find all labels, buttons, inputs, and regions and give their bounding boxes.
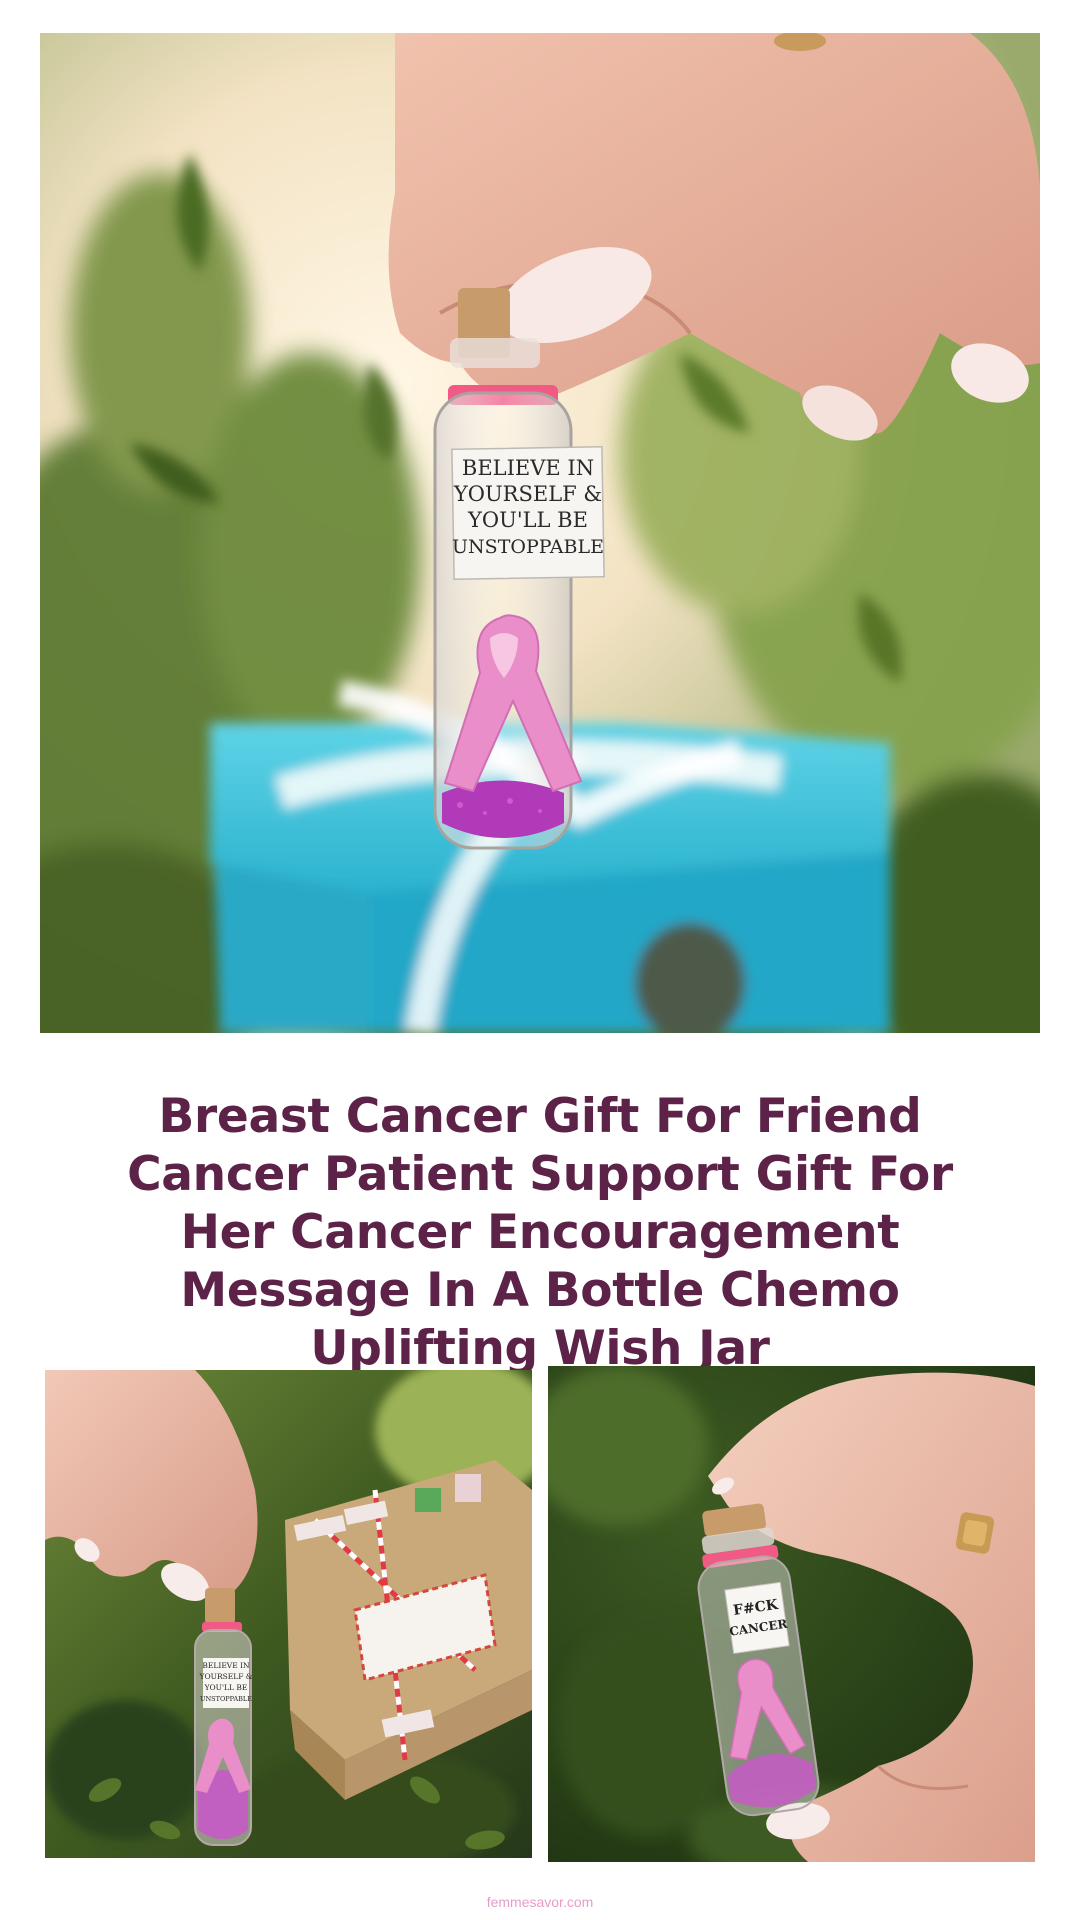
hero-jar-label-line-1: BELIEVE IN (462, 456, 594, 480)
left-jar-label-line-2: YOURSELF & (199, 1672, 253, 1681)
right-photo-illustration: F#CK CANCER (548, 1366, 1035, 1862)
left-photo: BELIEVE IN YOURSELF & YOU'LL BE UNSTOPPA… (45, 1370, 532, 1858)
watermark: femmesavor.com (486, 1894, 594, 1910)
hero-jar-label-line-4: UNSTOPPABLE (452, 536, 604, 558)
left-jar-label-line-1: BELIEVE IN (202, 1661, 250, 1670)
hero-jar-label-line-3: YOU'LL BE (467, 508, 588, 532)
left-jar-label-line-3: YOU'LL BE (204, 1683, 248, 1692)
hero-photo-illustration: BELIEVE IN YOURSELF & YOU'LL BE UNSTOPPA… (40, 33, 1040, 1033)
hero-jar-label-line-2: YOURSELF & (453, 482, 602, 506)
right-photo: F#CK CANCER (548, 1366, 1035, 1862)
page-title: Breast Cancer Gift For Friend Cancer Pat… (127, 1089, 953, 1376)
left-photo-illustration: BELIEVE IN YOURSELF & YOU'LL BE UNSTOPPA… (45, 1370, 532, 1858)
left-jar-label-line-4: UNSTOPPABLE (200, 1695, 252, 1703)
hero-photo: BELIEVE IN YOURSELF & YOU'LL BE UNSTOPPA… (40, 33, 1040, 1033)
